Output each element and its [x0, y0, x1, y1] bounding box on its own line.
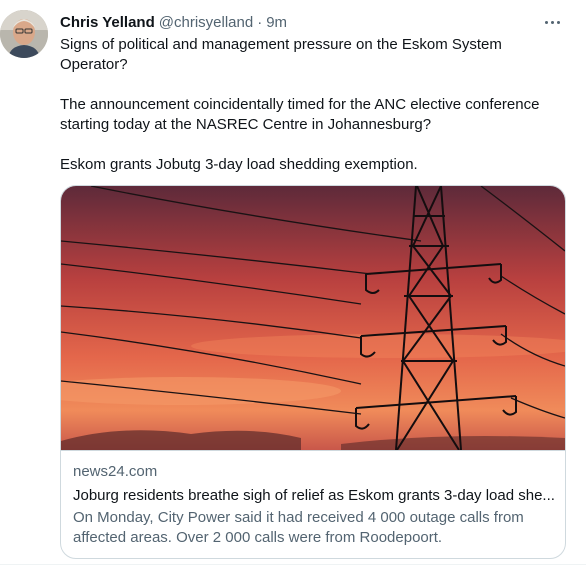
author-handle[interactable]: @chrisyelland [159, 14, 253, 31]
tweet-text: Signs of political and management pressu… [60, 35, 570, 175]
tweet-header: Chris Yelland @chrisyelland · 9m [60, 12, 566, 32]
more-horizontal-icon [544, 20, 548, 24]
card-description: On Monday, City Power said it had receiv… [73, 509, 524, 546]
tweet-paragraph: Signs of political and management pressu… [60, 36, 502, 73]
tweet-paragraph: The announcement coincidentally timed fo… [60, 96, 540, 133]
card-divider [61, 450, 565, 451]
card-image[interactable] [61, 186, 565, 450]
timestamp[interactable]: 9m [266, 14, 287, 31]
card-title[interactable]: Joburg residents breathe sigh of relief … [73, 486, 559, 506]
separator-dot: · [257, 13, 263, 31]
card-body[interactable]: news24.com Joburg residents breathe sigh… [73, 462, 559, 548]
author-name[interactable]: Chris Yelland [60, 14, 155, 31]
card-domain: news24.com [73, 463, 158, 480]
tweet-paragraph: Eskom grants Jobutg 3-day load shedding … [60, 156, 418, 173]
tweet[interactable]: Chris Yelland @chrisyelland · 9m Signs o… [0, 0, 586, 565]
more-options-button[interactable] [540, 10, 564, 34]
link-card[interactable]: news24.com Joburg residents breathe sigh… [60, 185, 566, 559]
avatar[interactable] [0, 10, 48, 58]
